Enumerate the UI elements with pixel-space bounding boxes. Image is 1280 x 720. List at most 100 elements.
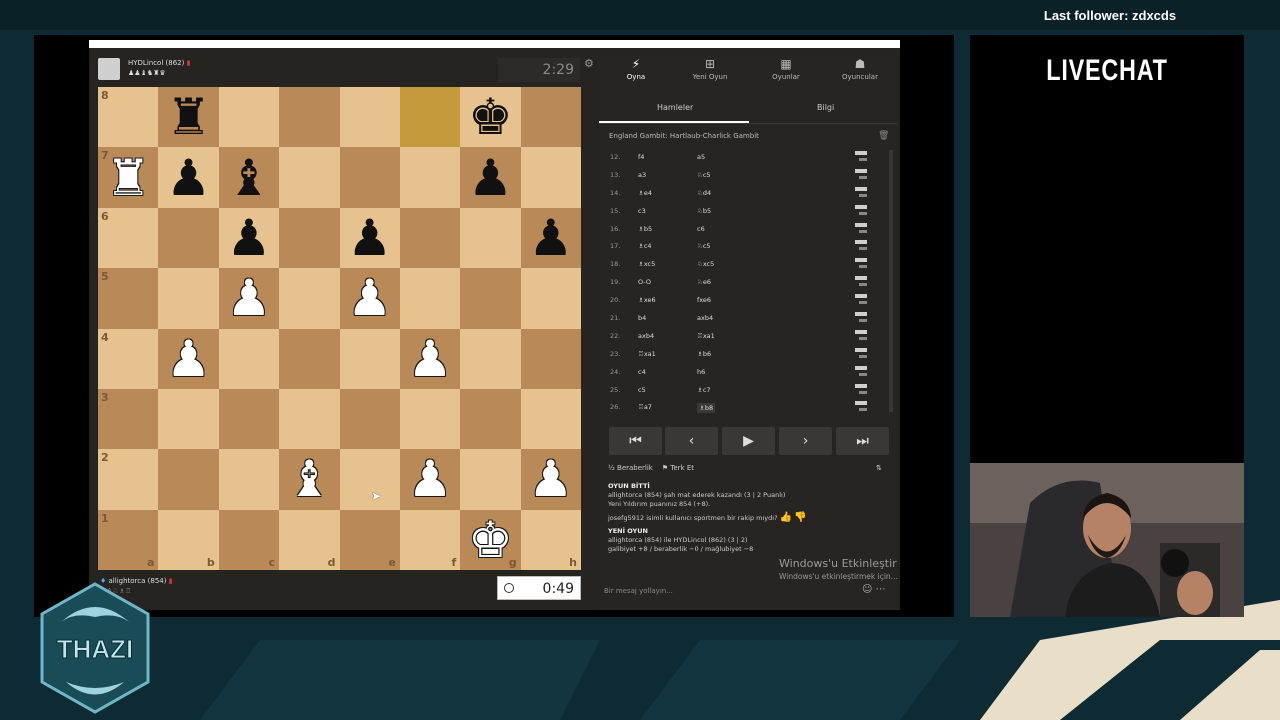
- square-a8[interactable]: 8: [98, 87, 159, 148]
- square-c6[interactable]: ♟: [218, 207, 280, 269]
- trash-icon[interactable]: 🗑: [878, 131, 889, 141]
- white-pawn-icon[interactable]: ♟: [347, 273, 392, 323]
- square-b6[interactable]: [158, 207, 219, 269]
- square-g6[interactable]: [460, 207, 521, 269]
- square-f4[interactable]: ♟: [399, 328, 461, 389]
- square-a4[interactable]: 4: [98, 328, 159, 389]
- black-move[interactable]: ♘xc5: [697, 260, 714, 268]
- square-d4[interactable]: [279, 328, 340, 389]
- black-king-icon[interactable]: ♚: [468, 92, 513, 142]
- square-h7[interactable]: [520, 147, 581, 208]
- square-b1[interactable]: b: [158, 509, 219, 570]
- tab-info[interactable]: Bilgi: [817, 103, 834, 112]
- square-e3[interactable]: [339, 388, 400, 450]
- square-g1[interactable]: g ♚: [460, 509, 521, 570]
- white-pawn-icon[interactable]: ♟: [408, 454, 453, 504]
- white-bishop-icon[interactable]: ♝: [287, 454, 332, 504]
- square-b7[interactable]: ♟: [158, 147, 219, 208]
- square-e5[interactable]: ♟: [339, 268, 400, 329]
- play-button[interactable]: ▶: [722, 427, 775, 455]
- white-move[interactable]: c4: [638, 368, 646, 376]
- square-a3[interactable]: 3: [98, 388, 159, 450]
- square-g8[interactable]: ♚: [460, 87, 521, 148]
- square-f7[interactable]: [399, 147, 461, 208]
- white-pawn-icon[interactable]: ♟: [528, 454, 573, 504]
- square-d5[interactable]: [279, 268, 340, 329]
- move-list-scrollbar[interactable]: [889, 150, 893, 412]
- square-b5[interactable]: [158, 268, 219, 329]
- white-move[interactable]: c3: [638, 207, 646, 215]
- tab-play[interactable]: ⚡ Oyna: [599, 57, 673, 81]
- emoji-icon[interactable]: ☺: [862, 584, 872, 595]
- black-pawn-icon[interactable]: ♟: [468, 153, 513, 203]
- chat-input[interactable]: Bir mesaj yollayın...: [604, 587, 673, 595]
- black-move[interactable]: c6: [697, 225, 705, 233]
- white-king-icon[interactable]: ♚: [468, 515, 513, 565]
- square-b8[interactable]: ♜: [158, 87, 219, 148]
- black-pawn-icon[interactable]: ♟: [347, 213, 392, 263]
- black-move[interactable]: a5: [697, 153, 705, 161]
- flip-board-icon[interactable]: ⇅: [876, 464, 882, 472]
- square-c1[interactable]: c: [218, 509, 280, 570]
- square-h4[interactable]: [520, 328, 581, 389]
- black-move[interactable]: fxe6: [697, 296, 711, 304]
- white-move[interactable]: ♗c4: [638, 242, 652, 250]
- square-f6[interactable]: [399, 207, 461, 269]
- white-move[interactable]: axb4: [638, 332, 654, 340]
- square-h3[interactable]: [520, 388, 581, 450]
- white-move[interactable]: f4: [638, 153, 644, 161]
- square-f1[interactable]: f: [399, 509, 461, 570]
- square-h1[interactable]: h: [520, 509, 581, 570]
- square-e6[interactable]: ♟: [339, 207, 400, 269]
- square-a2[interactable]: 2: [98, 449, 159, 510]
- black-pawn-icon[interactable]: ♟: [528, 213, 573, 263]
- square-g5[interactable]: [460, 268, 521, 329]
- square-d2[interactable]: ♝: [279, 449, 340, 510]
- white-pawn-icon[interactable]: ♟: [227, 273, 272, 323]
- tab-players[interactable]: ☗ Oyuncular: [823, 57, 897, 81]
- white-move[interactable]: ♗e4: [638, 189, 652, 197]
- black-pawn-icon[interactable]: ♟: [166, 153, 211, 203]
- square-b2[interactable]: [158, 449, 219, 510]
- square-d6[interactable]: [279, 207, 340, 269]
- square-a7[interactable]: 7 ♜: [98, 147, 159, 208]
- black-rook-icon[interactable]: ♜: [166, 92, 211, 142]
- first-move-button[interactable]: ⏮: [609, 427, 662, 455]
- next-move-button[interactable]: ›: [779, 427, 832, 455]
- prev-move-button[interactable]: ‹: [665, 427, 718, 455]
- white-move[interactable]: b4: [638, 314, 646, 322]
- square-d7[interactable]: [279, 147, 340, 208]
- black-move[interactable]: ♗c7: [697, 386, 711, 394]
- white-move[interactable]: ♖xa1: [638, 350, 656, 358]
- black-move[interactable]: ♗b8: [697, 403, 716, 414]
- black-move[interactable]: ♘c5: [697, 242, 711, 250]
- square-g4[interactable]: [460, 328, 521, 389]
- square-h2[interactable]: ♟: [520, 449, 581, 510]
- thumbs-down-icon[interactable]: 👎: [794, 512, 806, 523]
- square-f3[interactable]: [399, 388, 461, 450]
- black-move[interactable]: ♘d4: [697, 189, 711, 197]
- black-pawn-icon[interactable]: ♟: [227, 213, 272, 263]
- square-e8[interactable]: [339, 87, 400, 148]
- tab-new-game[interactable]: ⊞ Yeni Oyun: [673, 57, 747, 81]
- square-f5[interactable]: [399, 268, 461, 329]
- white-pawn-icon[interactable]: ♟: [166, 334, 211, 384]
- black-move[interactable]: ♖xa1: [697, 332, 715, 340]
- square-a6[interactable]: 6: [98, 207, 159, 269]
- black-move[interactable]: ♘e6: [697, 278, 711, 286]
- square-c4[interactable]: [218, 328, 280, 389]
- square-g7[interactable]: ♟: [460, 147, 521, 208]
- thumbs-up-icon[interactable]: 👍: [780, 512, 792, 523]
- settings-gear-icon[interactable]: ⚙: [584, 57, 594, 70]
- square-g2[interactable]: [460, 449, 521, 510]
- square-b3[interactable]: [158, 388, 219, 450]
- white-move[interactable]: O-O: [638, 278, 651, 286]
- square-c5[interactable]: ♟: [218, 268, 280, 329]
- square-d3[interactable]: [279, 388, 340, 450]
- black-move[interactable]: ♗b6: [697, 350, 711, 358]
- white-move[interactable]: c5: [638, 386, 646, 394]
- top-player-name[interactable]: HYDLincol (862) ▮ ♟♟♝♞♜♛: [128, 59, 190, 77]
- white-move[interactable]: ♗xe6: [638, 296, 656, 304]
- tab-games[interactable]: ▦ Oyunlar: [749, 57, 823, 81]
- last-move-button[interactable]: ⏭: [836, 427, 889, 455]
